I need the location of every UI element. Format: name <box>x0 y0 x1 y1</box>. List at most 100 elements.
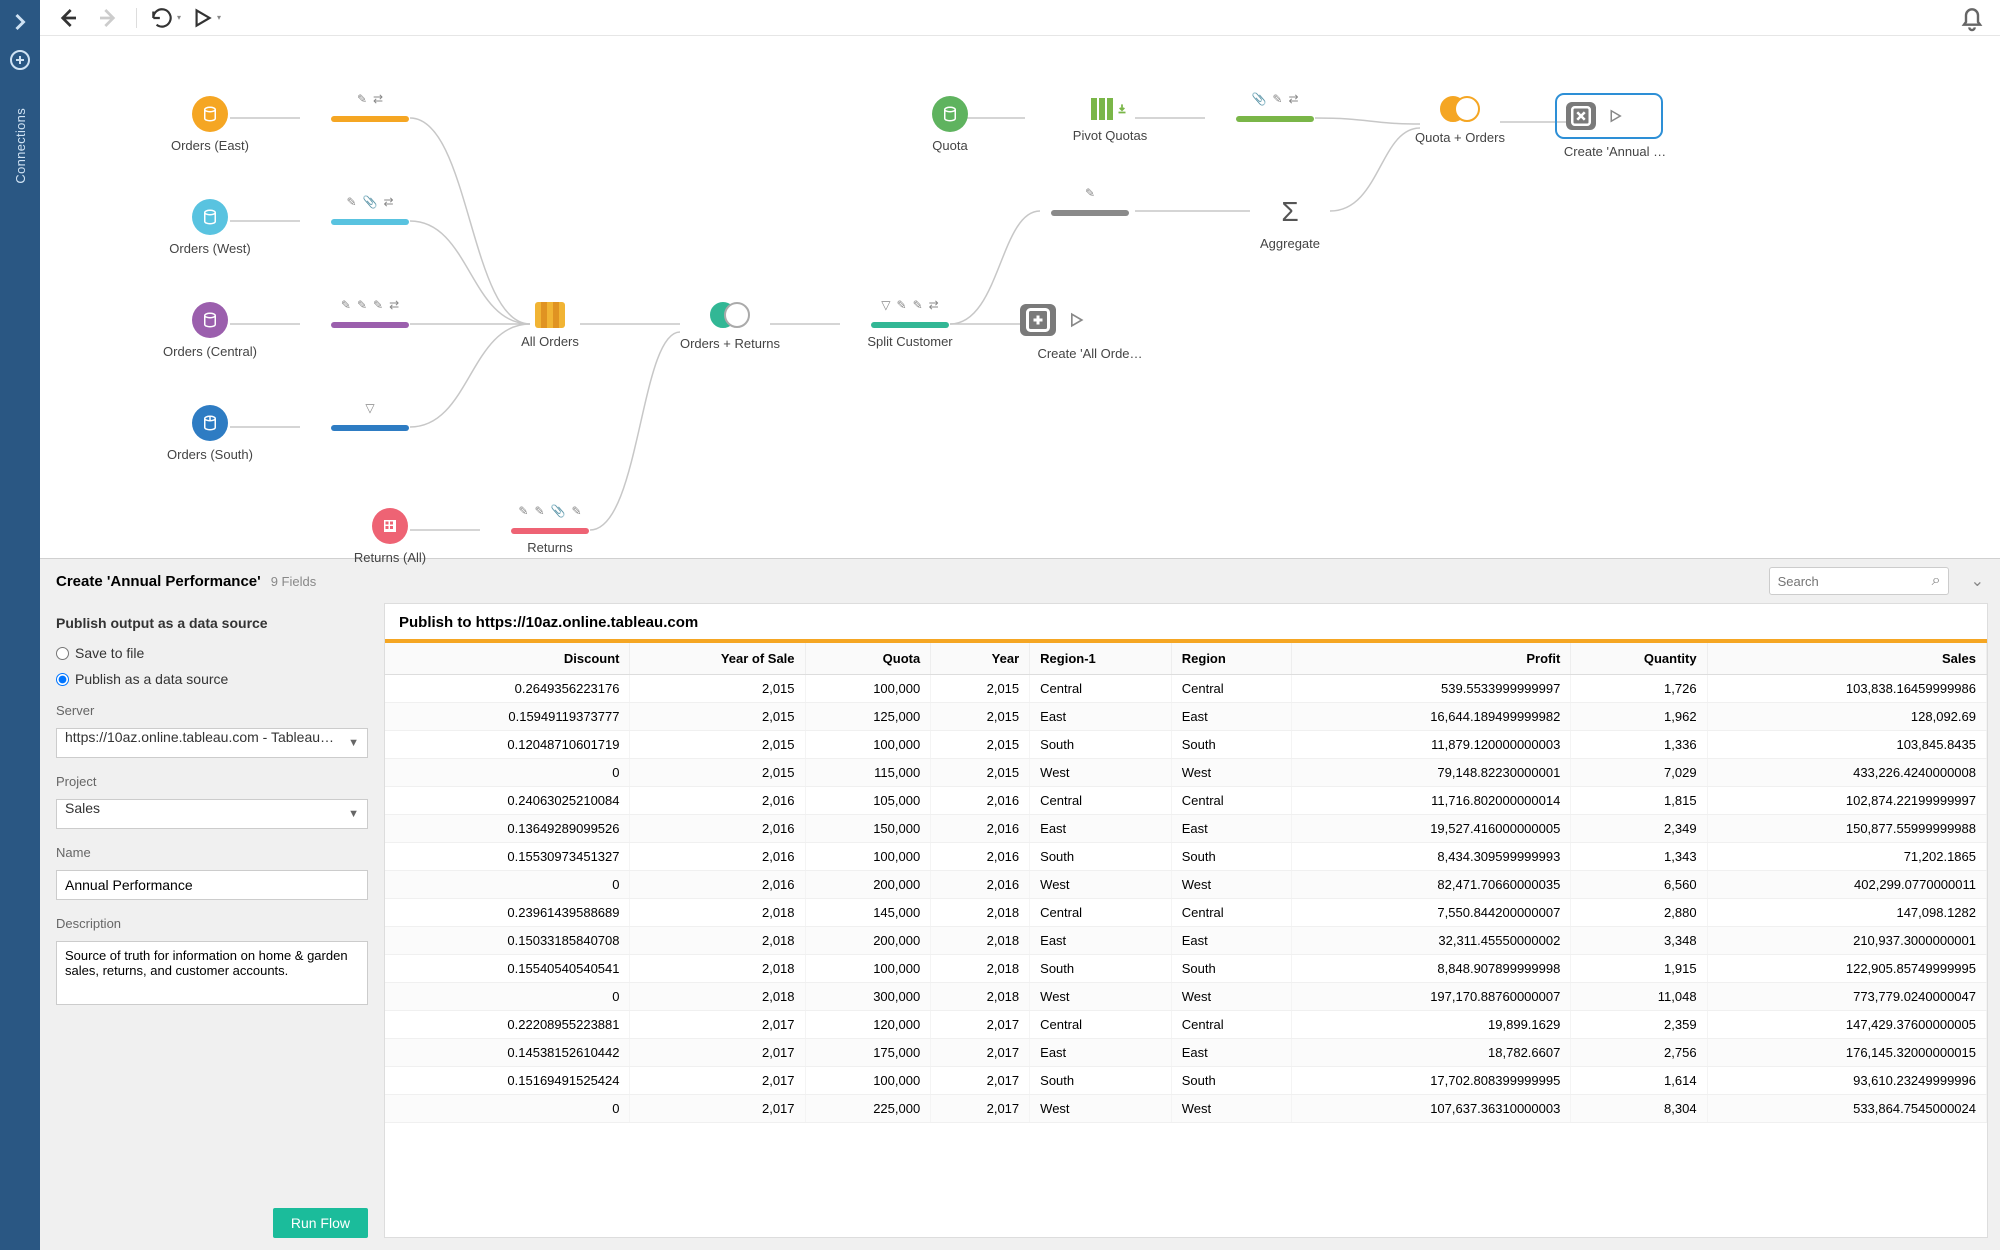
play-icon[interactable] <box>1066 310 1086 330</box>
node-create-annual-label: Create 'Annual … <box>1550 144 1680 159</box>
search-field[interactable]: ⌕ <box>1769 567 1949 595</box>
node-orders-central[interactable]: Orders (Central) <box>140 302 280 359</box>
union-icon <box>535 302 565 328</box>
table-row[interactable]: 0.150331858407082,018200,0002,018EastEas… <box>385 927 1987 955</box>
table-row[interactable]: 0.151694915254242,017100,0002,017SouthSo… <box>385 1067 1987 1095</box>
node-orders-plus-returns[interactable]: Orders + Returns <box>660 302 800 351</box>
clean-bar <box>331 219 409 225</box>
clean-bar <box>331 322 409 328</box>
database-icon <box>192 199 228 235</box>
run-flow-button[interactable]: Run Flow <box>273 1208 368 1238</box>
refresh-button[interactable]: ▾ <box>149 4 181 32</box>
node-create-annual[interactable] <box>1560 98 1658 134</box>
server-select[interactable]: https://10az.online.tableau.com - Tablea… <box>56 728 368 758</box>
table-row[interactable]: 0.26493562231762,015100,0002,015CentralC… <box>385 675 1987 703</box>
step-orders-west-clean[interactable]: ✎📎⇄ <box>300 195 440 231</box>
node-quota[interactable]: Quota <box>880 96 1020 153</box>
table-row[interactable]: 0.145381526104422,017175,0002,017EastEas… <box>385 1039 1987 1067</box>
database-icon <box>192 405 228 441</box>
filter-icon: ▽ <box>365 401 374 415</box>
table-row[interactable]: 0.155405405405412,018100,0002,018SouthSo… <box>385 955 1987 983</box>
table-row[interactable]: 0.222089552238812,017120,0002,017Central… <box>385 1011 1987 1039</box>
server-label: Server <box>56 703 368 718</box>
col-sales[interactable]: Sales <box>1707 643 1986 675</box>
node-quota-plus-orders[interactable]: Quota + Orders <box>1390 96 1530 145</box>
node-orders-east[interactable]: Orders (East) <box>140 96 280 153</box>
clean-bar <box>511 528 589 534</box>
table-row[interactable]: 0.240630252100842,016105,0002,016Central… <box>385 787 1987 815</box>
publish-section-title: Publish output as a data source <box>56 615 368 631</box>
col-quantity[interactable]: Quantity <box>1571 643 1707 675</box>
add-connection-icon[interactable] <box>8 48 32 72</box>
join-icon <box>1440 96 1480 124</box>
step-orders-east-clean[interactable]: ✎⇄ <box>300 92 440 128</box>
clean-bar <box>1051 210 1129 216</box>
step-aggregate-prep[interactable]: ✎ <box>1020 186 1160 222</box>
output-icon <box>1566 102 1596 130</box>
notifications-icon[interactable] <box>1956 4 1988 32</box>
node-returns-all[interactable]: Returns (All) <box>320 508 460 565</box>
col-region[interactable]: Region <box>1171 643 1291 675</box>
connections-label: Connections <box>13 108 28 184</box>
node-pivot-quotas[interactable]: Pivot Quotas <box>1040 96 1180 143</box>
publish-radio[interactable]: Publish as a data source <box>56 671 368 687</box>
forward-button <box>92 4 124 32</box>
col-discount[interactable]: Discount <box>385 643 630 675</box>
clean-bar <box>871 322 949 328</box>
chevron-down-icon: ▼ <box>348 808 359 820</box>
node-orders-south[interactable]: Orders (South) <box>140 405 280 462</box>
panel-title: Create 'Annual Performance' <box>56 573 261 590</box>
table-row[interactable]: 02,015115,0002,015WestWest79,148.8223000… <box>385 759 1987 787</box>
col-year-of-sale[interactable]: Year of Sale <box>630 643 805 675</box>
sigma-icon: Σ <box>1272 194 1308 230</box>
table-row[interactable]: 02,017225,0002,017WestWest107,637.363100… <box>385 1095 1987 1123</box>
search-input[interactable] <box>1769 567 1949 595</box>
col-year[interactable]: Year <box>931 643 1030 675</box>
expand-sidebar-icon[interactable] <box>6 8 34 36</box>
publish-target: Publish to https://10az.online.tableau.c… <box>385 604 1987 639</box>
table-row[interactable]: 0.159491193737772,015125,0002,015EastEas… <box>385 703 1987 731</box>
field-count: 9 Fields <box>271 574 317 589</box>
col-quota[interactable]: Quota <box>805 643 931 675</box>
step-quota-clean[interactable]: 📎✎⇄ <box>1205 92 1345 128</box>
description-input[interactable] <box>56 941 368 1005</box>
table-row[interactable]: 0.136492890995262,016150,0002,016EastEas… <box>385 815 1987 843</box>
clean-bar <box>1236 116 1314 122</box>
attach-icon: 📎 <box>363 195 378 209</box>
play-icon[interactable] <box>1606 107 1624 125</box>
toolbar: ▾ ▾ <box>40 0 2000 36</box>
rename-icon: ✎ <box>357 92 367 106</box>
col-region-1[interactable]: Region-1 <box>1030 643 1172 675</box>
node-create-all-orders[interactable]: Create 'All Orde… <box>1020 304 1200 336</box>
table-row[interactable]: 0.155309734513272,016100,0002,016SouthSo… <box>385 843 1987 871</box>
back-button[interactable] <box>52 4 84 32</box>
save-to-file-radio[interactable]: Save to file <box>56 645 368 661</box>
database-icon <box>192 302 228 338</box>
name-label: Name <box>56 845 368 860</box>
node-split-customer[interactable]: ▽✎✎⇄ Split Customer <box>840 298 980 349</box>
chevron-down-icon: ▼ <box>348 737 359 749</box>
step-orders-south-clean[interactable]: ▽ <box>300 401 440 437</box>
run-button[interactable]: ▾ <box>189 4 221 32</box>
node-orders-west[interactable]: Orders (West) <box>140 199 280 256</box>
step-orders-central-clean[interactable]: ✎✎✎⇄ <box>300 298 440 334</box>
description-label: Description <box>56 916 368 931</box>
expand-panel-icon[interactable]: ⌄ <box>1971 571 1984 591</box>
project-select[interactable]: Sales▼ <box>56 799 368 829</box>
sidebar-rail: Connections <box>0 0 40 1250</box>
node-aggregate[interactable]: Σ Aggregate <box>1220 194 1360 251</box>
clean-bar <box>331 425 409 431</box>
table-row[interactable]: 0.239614395886892,018145,0002,018Central… <box>385 899 1987 927</box>
node-all-orders[interactable]: All Orders <box>480 302 620 349</box>
flow-canvas[interactable]: Orders (East) ✎⇄ Orders (West) ✎📎⇄ Order… <box>40 36 2000 558</box>
col-profit[interactable]: Profit <box>1292 643 1571 675</box>
database-icon <box>192 96 228 132</box>
database-icon <box>932 96 968 132</box>
table-row[interactable]: 02,018300,0002,018WestWest197,170.887600… <box>385 983 1987 1011</box>
table-row[interactable]: 0.120487106017192,015100,0002,015SouthSo… <box>385 731 1987 759</box>
output-icon <box>1020 304 1056 336</box>
search-icon: ⌕ <box>1932 572 1941 590</box>
name-input[interactable] <box>56 870 368 900</box>
table-row[interactable]: 02,016200,0002,016WestWest82,471.7066000… <box>385 871 1987 899</box>
step-returns-clean[interactable]: ✎✎📎✎ Returns <box>480 504 620 555</box>
